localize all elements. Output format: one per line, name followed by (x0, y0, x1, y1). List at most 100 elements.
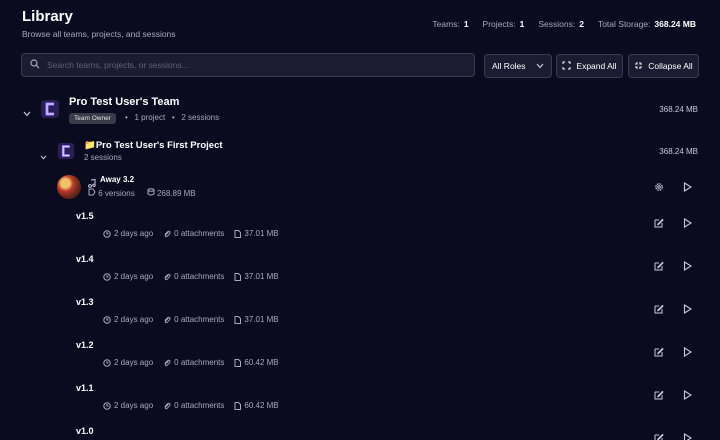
version-name[interactable]: v1.0 (76, 426, 94, 436)
edit-icon (654, 304, 664, 314)
version-attachments-text: 0 attachments (174, 229, 225, 238)
version-edit-button[interactable] (652, 216, 666, 230)
version-age: 2 days ago (103, 229, 153, 238)
gear-icon (655, 183, 663, 191)
stat-teams-label: Teams: (432, 19, 460, 29)
session-versions-text: 6 versions (98, 189, 135, 198)
roles-select-label: All Roles (492, 61, 526, 71)
play-icon (683, 304, 692, 314)
search-input[interactable] (47, 60, 447, 70)
session-settings-button[interactable] (652, 180, 666, 194)
collapse-all-button[interactable]: Collapse All (628, 54, 699, 78)
play-icon (683, 261, 692, 271)
version-attachments-text: 0 attachments (174, 315, 225, 324)
clock-icon (103, 401, 111, 410)
team-name[interactable]: Pro Test User's Team (69, 96, 179, 108)
stat-storage: Total Storage: 368.24 MB (598, 19, 696, 29)
version-play-button[interactable] (680, 345, 694, 359)
edit-icon (654, 347, 664, 357)
clock-icon (103, 358, 111, 367)
version-play-button[interactable] (680, 216, 694, 230)
version-meta: 2 days ago 0 attachments 60.42 MB (103, 401, 279, 410)
version-name[interactable]: v1.3 (76, 297, 94, 307)
version-age: 2 days ago (103, 272, 153, 281)
meta-separator: • (125, 113, 128, 122)
library-stats: Teams: 1 Projects: 1 Sessions: 2 Total Stor… (432, 19, 696, 29)
version-age: 2 days ago (103, 358, 153, 367)
version-name[interactable]: v1.2 (76, 340, 94, 350)
file-icon (234, 229, 242, 238)
roles-select[interactable]: All Roles (484, 54, 552, 78)
paperclip-icon (164, 359, 171, 366)
chevron-down-icon (536, 61, 544, 71)
version-size: 60.42 MB (234, 358, 279, 367)
team-project-count: 1 project (134, 113, 166, 122)
version-size-text: 37.01 MB (244, 272, 279, 281)
team-logo-icon (39, 98, 61, 125)
clock-icon (103, 315, 111, 324)
version-play-button[interactable] (680, 388, 694, 402)
stat-sessions-label: Sessions: (538, 19, 576, 29)
file-icon (234, 401, 242, 410)
file-icon (234, 315, 242, 324)
team-session-count: 2 sessions (181, 113, 220, 122)
stat-teams: Teams: 1 (432, 19, 468, 29)
search-box[interactable] (21, 53, 475, 77)
version-attachments-text: 0 attachments (174, 401, 225, 410)
version-age: 2 days ago (103, 315, 153, 324)
version-size-text: 60.42 MB (244, 401, 279, 410)
edit-icon (654, 390, 664, 400)
stat-projects-value: 1 (519, 19, 525, 29)
project-size: 368.24 MB (659, 147, 698, 156)
project-logo-icon (56, 141, 76, 166)
page-subtitle: Browse all teams, projects, and sessions (22, 29, 176, 39)
version-name[interactable]: v1.4 (76, 254, 94, 264)
edit-icon (654, 261, 664, 271)
session-size-text: 268.89 MB (156, 189, 196, 198)
version-meta: 2 days ago 0 attachments 60.42 MB (103, 358, 279, 367)
expand-icon (562, 61, 571, 72)
tag-icon (88, 188, 96, 196)
clock-icon (103, 272, 111, 281)
search-icon (30, 56, 40, 74)
file-icon (234, 272, 242, 281)
version-play-button[interactable] (680, 259, 694, 273)
project-chevron-icon[interactable] (40, 147, 47, 165)
version-age-text: 2 days ago (114, 358, 154, 367)
version-size: 60.42 MB (234, 401, 279, 410)
version-edit-button[interactable] (652, 388, 666, 402)
collapse-icon (634, 61, 643, 72)
page-title: Library (22, 8, 73, 25)
version-edit-button[interactable] (652, 345, 666, 359)
version-name[interactable]: v1.5 (76, 211, 94, 221)
version-edit-button[interactable] (652, 431, 666, 440)
version-name[interactable]: v1.1 (76, 383, 94, 393)
edit-icon (654, 218, 664, 228)
version-attachments-text: 0 attachments (174, 358, 225, 367)
expand-all-button[interactable]: Expand All (556, 54, 623, 78)
version-meta: 2 days ago 0 attachments 37.01 MB (103, 272, 279, 281)
project-session-count: 2 sessions (84, 153, 122, 162)
file-icon (234, 358, 242, 367)
stat-storage-label: Total Storage: (597, 19, 651, 29)
version-attachments: 0 attachments (163, 358, 224, 367)
version-edit-button[interactable] (652, 259, 666, 273)
version-size: 37.01 MB (234, 272, 279, 281)
version-edit-button[interactable] (652, 302, 666, 316)
version-attachments-text: 0 attachments (174, 272, 225, 281)
session-play-button[interactable] (680, 180, 694, 194)
session-name[interactable]: Away 3.2 (100, 175, 134, 184)
version-play-button[interactable] (680, 302, 694, 316)
session-avatar (57, 175, 81, 199)
team-chevron-icon[interactable] (23, 104, 31, 122)
stat-sessions: Sessions: 2 (538, 19, 584, 29)
team-size: 368.24 MB (659, 105, 698, 114)
version-play-button[interactable] (680, 431, 694, 440)
meta-separator: • (171, 113, 175, 122)
version-size: 37.01 MB (234, 315, 279, 324)
version-meta: 2 days ago 0 attachments 37.01 MB (103, 315, 279, 324)
paperclip-icon (164, 316, 171, 323)
paperclip-icon (164, 230, 171, 237)
project-name[interactable]: 📁Pro Test User's First Project (84, 140, 223, 151)
play-icon (683, 347, 692, 357)
